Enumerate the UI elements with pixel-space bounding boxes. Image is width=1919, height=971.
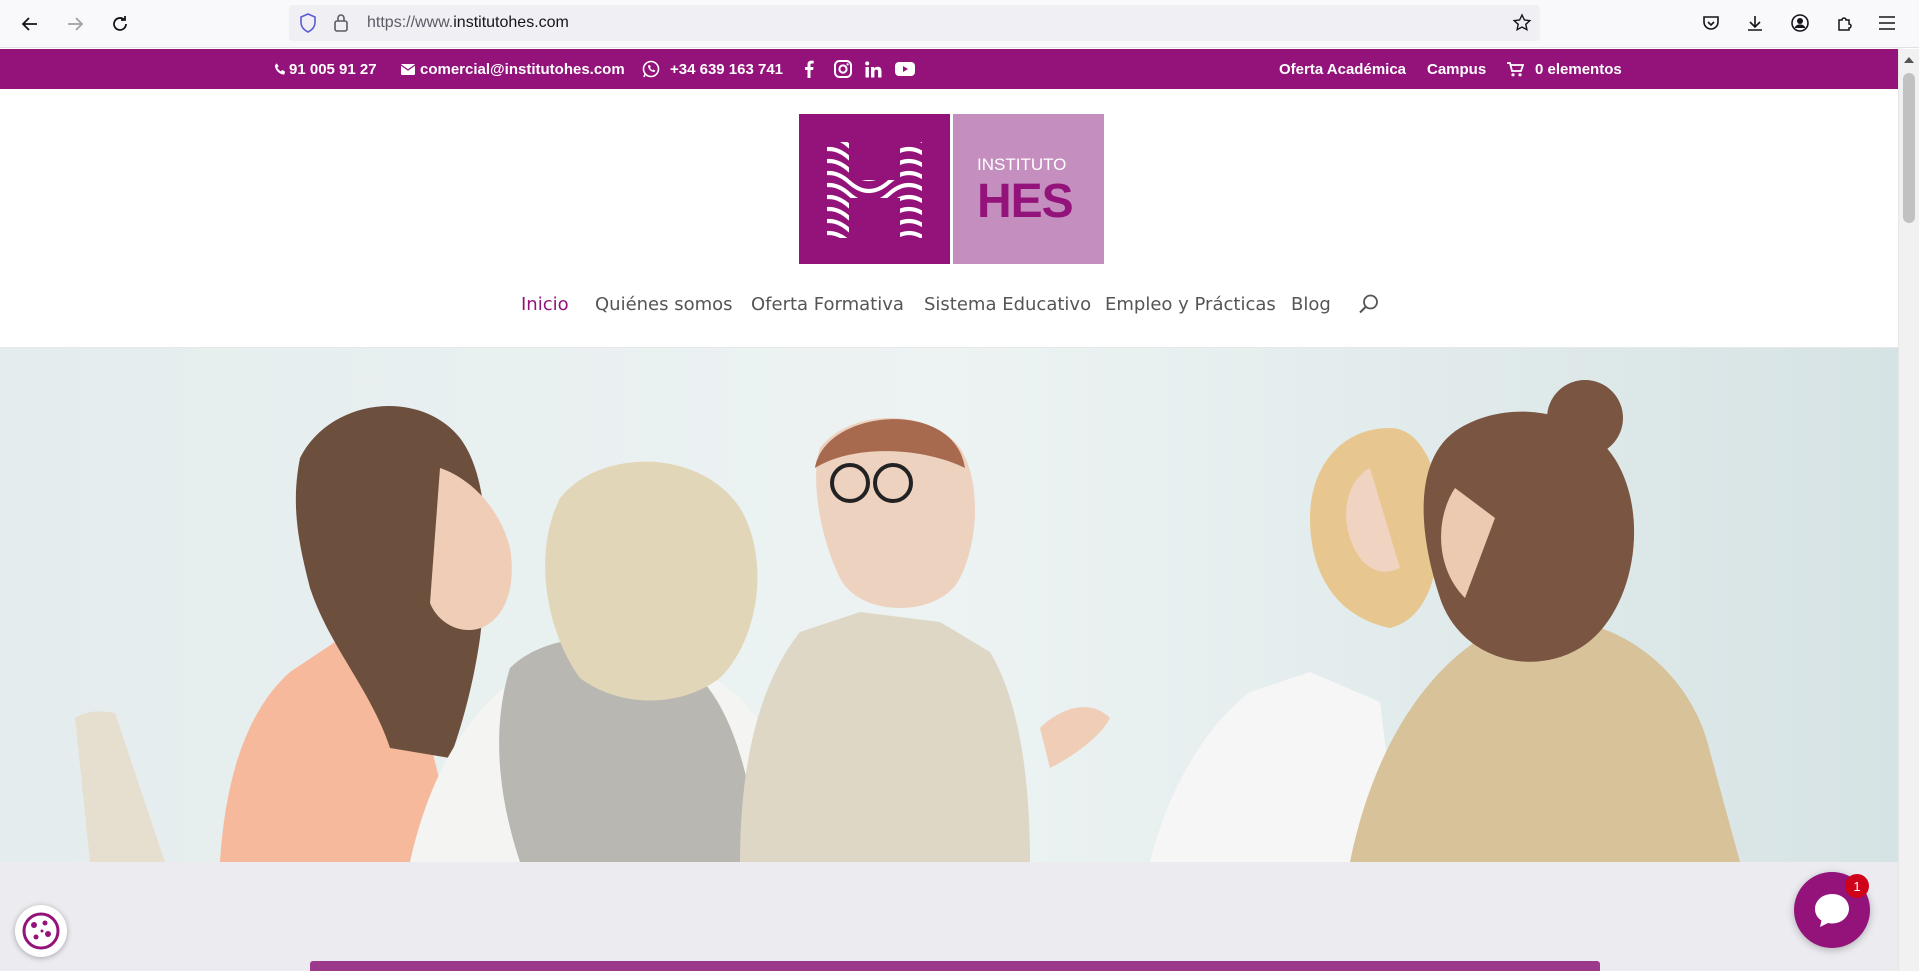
cart-count: 0 elementos: [1535, 60, 1622, 78]
cookie-settings-button[interactable]: [15, 905, 67, 957]
nav-item-oferta-formativa[interactable]: Oferta Formativa: [751, 289, 904, 319]
nav-item-empleo-practicas[interactable]: Empleo y Prácticas: [1105, 289, 1276, 319]
hero-image: [0, 348, 1898, 862]
nav-item-blog[interactable]: Blog: [1291, 289, 1331, 319]
scroll-up-arrow-icon[interactable]: [1903, 55, 1915, 65]
instagram-icon[interactable]: [834, 49, 852, 89]
whatsapp-icon: [642, 60, 660, 78]
facebook-icon[interactable]: [804, 49, 814, 89]
reload-icon[interactable]: [107, 11, 133, 37]
logo-h-pattern-icon: [827, 142, 922, 238]
back-arrow-icon[interactable]: [17, 11, 43, 37]
nav-item-sistema-educativo[interactable]: Sistema Educativo: [924, 289, 1091, 319]
cookie-icon: [22, 912, 60, 950]
search-icon[interactable]: [1358, 293, 1380, 319]
account-icon[interactable]: [1788, 11, 1812, 35]
page-scrollbar[interactable]: [1898, 49, 1919, 971]
logo-wordmark[interactable]: INSTITUTO HES: [953, 114, 1104, 264]
logo-hes-text: HES: [977, 175, 1074, 228]
cart-icon: [1507, 61, 1524, 76]
email-link[interactable]: comercial@institutohes.com: [401, 49, 625, 89]
extensions-puzzle-icon[interactable]: [1833, 11, 1857, 35]
logo-h-mark[interactable]: [799, 114, 950, 264]
oferta-academica-link[interactable]: Oferta Académica: [1279, 49, 1406, 89]
section-heading-partial: [310, 955, 1600, 971]
forward-arrow-icon[interactable]: [62, 11, 88, 37]
youtube-icon[interactable]: [895, 49, 915, 89]
logo-instituto-text: INSTITUTO: [977, 155, 1067, 174]
download-icon[interactable]: [1743, 11, 1767, 35]
tracking-protection-shield-icon[interactable]: [299, 13, 317, 37]
envelope-icon: [401, 63, 415, 75]
phone-link[interactable]: 91 005 91 27: [274, 49, 377, 89]
browser-toolbar: https://www.institutohes.com: [0, 0, 1919, 48]
top-contact-bar: 91 005 91 27 comercial@institutohes.com …: [0, 49, 1898, 89]
phone-icon: [274, 63, 286, 75]
nav-item-inicio[interactable]: Inicio: [521, 289, 569, 319]
whatsapp-link[interactable]: +34 639 163 741: [642, 49, 783, 89]
site-header: INSTITUTO HES Inicio Quiénes somos Ofert…: [0, 89, 1898, 348]
email-address: comercial@institutohes.com: [420, 60, 625, 78]
nav-item-quienes-somos[interactable]: Quiénes somos: [595, 289, 733, 319]
url-text[interactable]: https://www.institutohes.com: [367, 14, 569, 32]
pocket-icon[interactable]: [1699, 11, 1723, 35]
linkedin-icon[interactable]: [865, 49, 882, 89]
hamburger-menu-icon[interactable]: [1875, 11, 1899, 35]
chat-bubble-icon: [1815, 894, 1849, 927]
chat-unread-badge: 1: [1845, 874, 1869, 898]
group-therapy-photo: [0, 348, 1898, 862]
star-icon[interactable]: [1512, 13, 1532, 37]
phone-number: 91 005 91 27: [289, 60, 377, 78]
lock-icon[interactable]: [333, 13, 349, 37]
campus-link[interactable]: Campus: [1427, 49, 1486, 89]
address-bar[interactable]: https://www.institutohes.com: [289, 5, 1540, 41]
scrollbar-thumb[interactable]: [1903, 73, 1915, 223]
whatsapp-number: +34 639 163 741: [670, 60, 784, 78]
cart-link[interactable]: 0 elementos: [1507, 49, 1622, 89]
